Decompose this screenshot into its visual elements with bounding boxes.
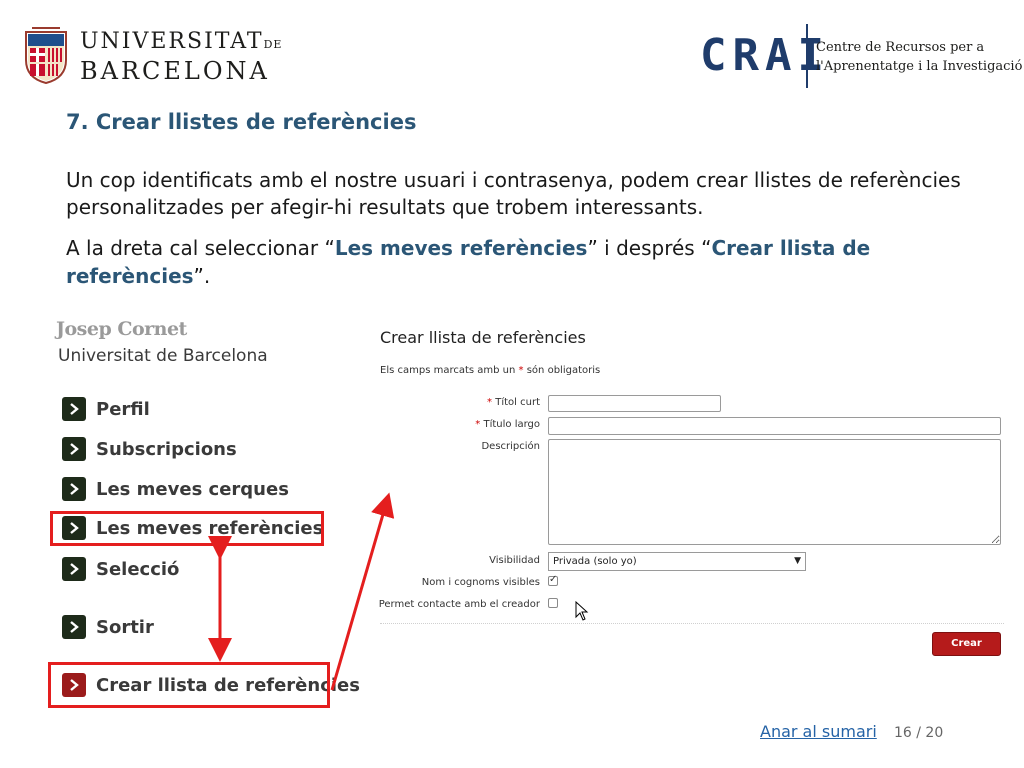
sumari-link[interactable]: Anar al sumari xyxy=(760,722,877,741)
ub-wordmark-de: DE xyxy=(263,38,283,51)
nom-cognoms-visibles-checkbox[interactable] xyxy=(548,574,558,586)
dropdown-caret-icon: ▼ xyxy=(794,556,801,566)
form-required-note: Els camps marcats amb un * són obligator… xyxy=(380,365,600,376)
label-permet-contacte: Permet contacte amb el creador xyxy=(378,599,540,610)
menu-item-label: Selecció xyxy=(96,558,180,580)
crai-name-line1: Centre de Recursos per a xyxy=(816,40,985,55)
menu-item-subscripcions[interactable]: Subscripcions xyxy=(62,436,237,462)
menu-item-label: Perfil xyxy=(96,398,150,420)
menu-item-label: Les meves cerques xyxy=(96,478,289,500)
chevron-right-icon xyxy=(62,437,86,461)
para2-highlight-meves: Les meves referències xyxy=(334,236,588,260)
instruction-paragraph-2: A la dreta cal seleccionar “Les meves re… xyxy=(66,234,966,290)
menu-item-les-meves-cerques[interactable]: Les meves cerques xyxy=(62,476,289,502)
chevron-right-icon xyxy=(62,397,86,421)
crear-button[interactable]: Crear xyxy=(932,632,1001,656)
form-separator xyxy=(380,623,1004,624)
menu-item-sortir[interactable]: Sortir xyxy=(62,614,154,640)
university-seal-icon xyxy=(25,27,67,84)
instruction-paragraph-1: Un cop identificats amb el nostre usuari… xyxy=(66,168,961,219)
user-institution: Universitat de Barcelona xyxy=(58,346,268,366)
user-name: Josep Cornet xyxy=(56,318,187,340)
menu-item-label: Subscripcions xyxy=(96,438,237,460)
ub-wordmark-line1: UNIVERSITAT xyxy=(80,29,264,54)
titulo-largo-input[interactable] xyxy=(548,417,1001,435)
crai-name-line2: l'Aprenentatge i la Investigació xyxy=(816,59,1023,74)
para2-text-a: A la dreta cal seleccionar “ xyxy=(66,236,335,260)
label-descripcion: Descripción xyxy=(481,441,540,452)
chevron-right-icon xyxy=(62,557,86,581)
label-nom-cognoms-visibles: Nom i cognoms visibles xyxy=(421,577,540,588)
para2-text-c: ” i després “ xyxy=(587,236,712,260)
para2-text-e: ”. xyxy=(193,264,211,288)
required-star-icon: * xyxy=(475,419,481,430)
visibilidad-selected-value: Privada (solo yo) xyxy=(553,556,637,567)
crai-divider xyxy=(806,24,808,88)
descripcion-textarea[interactable] xyxy=(548,439,1001,545)
mouse-pointer-icon xyxy=(575,601,589,621)
label-titulo-largo: * Título largo xyxy=(475,419,540,430)
chevron-right-icon xyxy=(62,615,86,639)
note-text-b: són obligatoris xyxy=(523,365,601,376)
ub-wordmark-line2: BARCELONA xyxy=(80,57,270,85)
menu-item-perfil[interactable]: Perfil xyxy=(62,396,150,422)
crai-wordmark: CRAI xyxy=(700,30,830,81)
crai-logo: CRAI Centre de Recursos per a l'Aprenent… xyxy=(700,22,1022,90)
chevron-right-icon xyxy=(62,477,86,501)
slide-title: 7. Crear llistes de referències xyxy=(66,110,417,134)
highlight-box-meves-referencies xyxy=(50,511,324,546)
arrow-up-right-icon xyxy=(330,492,395,691)
note-text-a: Els camps marcats amb un xyxy=(380,365,519,376)
menu-item-seleccio[interactable]: Selecció xyxy=(62,556,179,582)
visibilidad-select[interactable]: Privada (solo yo) ▼ xyxy=(548,552,806,571)
menu-item-label: Sortir xyxy=(96,616,154,638)
page-number: 16 / 20 xyxy=(894,725,944,741)
highlight-box-crear-llista xyxy=(48,662,330,708)
titol-curt-input[interactable] xyxy=(548,395,721,412)
required-star-icon: * xyxy=(487,397,493,408)
permet-contacte-checkbox[interactable] xyxy=(548,598,558,608)
university-logo: UNIVERSITATDE BARCELONA xyxy=(24,26,281,88)
form-title: Crear llista de referències xyxy=(380,328,586,347)
label-visibilidad: Visibilidad xyxy=(489,555,540,566)
label-titol-curt: * Títol curt xyxy=(487,397,540,408)
